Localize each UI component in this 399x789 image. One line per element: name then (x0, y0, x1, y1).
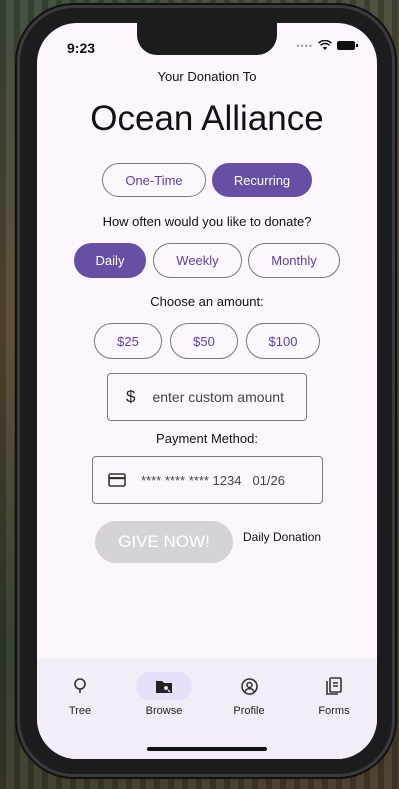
dollar-sign-icon: $ (126, 387, 136, 406)
battery-icon (337, 41, 358, 50)
tree-icon (52, 672, 108, 700)
amount-50-button[interactable]: $50 (170, 323, 238, 359)
home-indicator[interactable] (147, 747, 267, 751)
custom-amount-field[interactable]: $ enter custom amount (107, 373, 307, 421)
status-time: 9:23 (67, 40, 96, 56)
nav-label-tree: Tree (68, 705, 92, 717)
folder-search-icon (136, 672, 192, 700)
frequency-question: How often would you like to donate? (102, 214, 312, 229)
payment-label: Payment Method: (156, 431, 258, 446)
amount-25-button[interactable]: $25 (94, 323, 162, 359)
amount-label: Choose an amount: (150, 294, 264, 309)
signal-icon: •••• (296, 40, 313, 51)
nav-label-browse: Browse (145, 705, 183, 717)
credit-card-icon (108, 473, 126, 487)
bottom-navigation: Tree Browse Profile Forms (37, 659, 377, 759)
custom-amount-placeholder: enter custom amount (152, 389, 284, 405)
nav-item-browse[interactable]: Browse (129, 659, 199, 717)
payment-method-field[interactable]: **** **** **** 1234 01/26 (92, 456, 323, 504)
donation-summary: Daily Donation (243, 530, 322, 544)
notch (137, 23, 277, 55)
card-expiry: 01/26 (252, 472, 286, 488)
daily-button[interactable]: Daily (74, 243, 146, 278)
donation-subtitle: Your Donation To (157, 69, 257, 84)
nav-label-profile: Profile (233, 705, 265, 717)
one-time-button[interactable]: One-Time (102, 163, 206, 197)
org-name: Ocean Alliance (90, 99, 324, 138)
give-now-button[interactable]: GIVE NOW! (95, 521, 233, 563)
card-number: **** **** **** 1234 (141, 472, 242, 488)
nav-label-forms: Forms (318, 705, 350, 717)
account-circle-icon (221, 672, 277, 700)
nav-item-profile[interactable]: Profile (214, 659, 284, 717)
app-screen: 9:23 •••• Your Donation To Ocean Allianc… (37, 23, 377, 759)
weekly-button[interactable]: Weekly (153, 243, 242, 278)
wifi-icon (318, 40, 332, 50)
recurring-button[interactable]: Recurring (212, 163, 312, 197)
document-icon (306, 672, 362, 700)
nav-item-tree[interactable]: Tree (45, 659, 115, 717)
monthly-button[interactable]: Monthly (248, 243, 340, 278)
amount-100-button[interactable]: $100 (246, 323, 320, 359)
status-icons: •••• (296, 40, 358, 51)
nav-item-forms[interactable]: Forms (299, 659, 369, 717)
